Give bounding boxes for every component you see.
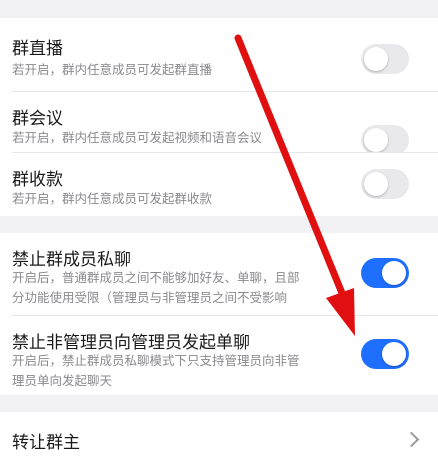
setting-title: 禁止群成员私聊 [12,250,131,270]
group-features-section: 群直播 若开启，群内任意成员可发起群直播 群会议 若开启，群内任意成员可发起视频… [0,18,438,216]
toggle-knob [364,172,388,196]
toggle-knob [382,342,406,366]
transfer-owner-section: 转让群主 [0,412,438,462]
setting-description: 若开启，群内任意成员可发起视频和语音会议 [12,130,263,145]
toggle-knob [364,128,388,152]
setting-description-line2: 理员单向发起聊天 [12,373,113,388]
ban-nonadmin-to-admin-toggle[interactable] [361,339,409,369]
setting-description: 若开启，群内任意成员可发起群收款 [12,191,213,206]
setting-row-ban-private-chat: 禁止群成员私聊 开启后，普通群成员之间不能够加好友、单聊，且部 分功能使用受限（… [0,233,438,313]
setting-title: 群直播 [12,39,63,59]
ban-private-chat-toggle[interactable] [361,258,409,288]
setting-description-line1: 开启后，普通群成员之间不能够加好友、单聊，且部 [12,270,300,285]
setting-title: 禁止非管理员向管理员发起单聊 [12,333,250,353]
setting-description-line1: 开启后，禁止群成员私聊模式下只支持管理员向非管 [12,353,300,368]
group-meeting-toggle[interactable] [361,125,409,155]
chat-restrictions-section: 禁止群成员私聊 开启后，普通群成员之间不能够加好友、单聊，且部 分功能使用受限（… [0,233,438,395]
setting-row-group-live: 群直播 若开启，群内任意成员可发起群直播 [0,18,438,84]
chevron-right-icon [403,431,420,448]
setting-title: 群收款 [12,170,63,190]
setting-row-group-meeting: 群会议 若开启，群内任意成员可发起视频和语音会议 [0,92,438,155]
setting-description: 若开启，群内任意成员可发起群直播 [12,62,213,77]
setting-row-ban-nonadmin-to-admin: 禁止非管理员向管理员发起单聊 开启后，禁止群成员私聊模式下只支持管理员向非管 理… [0,316,438,395]
group-payment-toggle[interactable] [361,169,409,199]
group-settings-screen: 群直播 若开启，群内任意成员可发起群直播 群会议 若开启，群内任意成员可发起视频… [0,0,438,462]
setting-title: 群会议 [12,109,63,129]
group-live-toggle[interactable] [361,44,409,74]
toggle-knob [382,261,406,285]
setting-description-line2: 分功能使用受限（管理员与非管理员之间不受影响 [12,290,288,305]
toggle-knob [364,47,388,71]
transfer-owner-row[interactable]: 转让群主 [0,412,438,462]
setting-row-group-payment: 群收款 若开启，群内任意成员可发起群收款 [0,153,438,216]
transfer-owner-label: 转让群主 [12,433,80,453]
